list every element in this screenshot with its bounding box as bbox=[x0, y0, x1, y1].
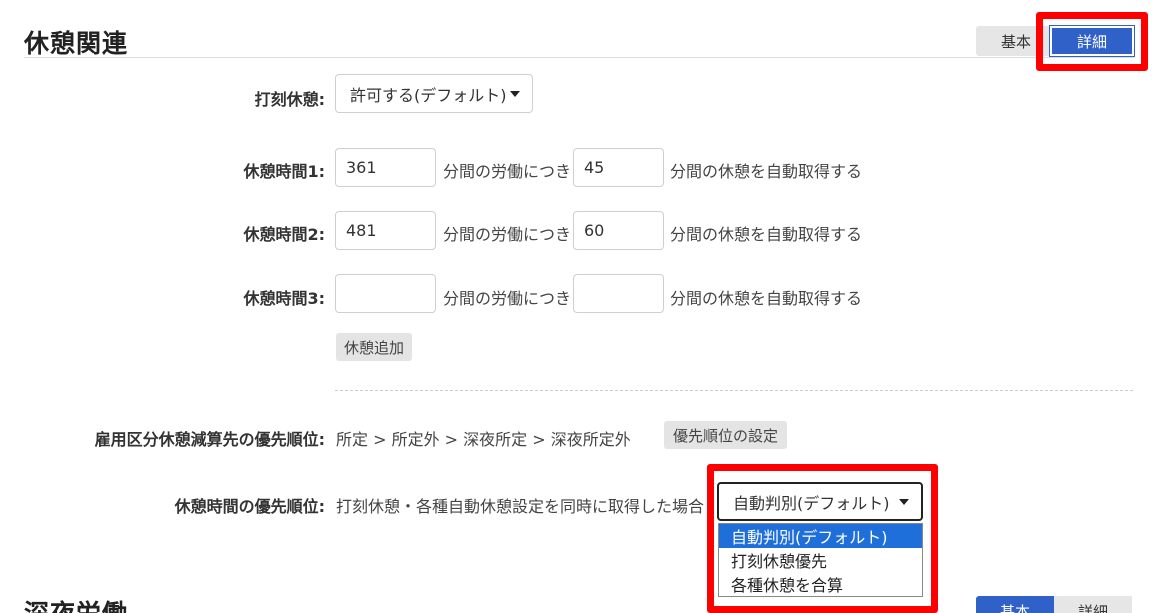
break-priority-label: 休憩時間の優先順位: bbox=[174, 497, 325, 516]
chevron-down-icon bbox=[510, 90, 520, 97]
break-time-2-label: 休憩時間2: bbox=[243, 225, 325, 244]
break-priority-description: 打刻休憩・各種自動休憩設定を同時に取得した場合 bbox=[336, 497, 705, 516]
break-time-3-label: 休憩時間3: bbox=[243, 289, 325, 308]
break-2-mid-text: 分間の労働につき bbox=[443, 225, 572, 244]
break-3-break-minutes-input[interactable] bbox=[573, 274, 664, 313]
option-stamp-priority[interactable]: 打刻休憩優先 bbox=[719, 548, 922, 572]
mode-detail-button[interactable]: 詳細 bbox=[1049, 25, 1135, 57]
chevron-down-icon bbox=[899, 498, 909, 505]
add-break-button[interactable]: 休憩追加 bbox=[336, 333, 412, 361]
stamp-break-select[interactable]: 許可する(デフォルト) bbox=[335, 74, 533, 113]
priority-order-label: 雇用区分休憩減算先の優先順位: bbox=[94, 430, 325, 449]
break-3-tail-text: 分間の休憩を自動取得する bbox=[670, 289, 863, 308]
break-1-break-minutes-input[interactable]: 45 bbox=[573, 148, 664, 187]
mode-basic-button-2[interactable]: 基本 bbox=[976, 596, 1054, 613]
break-1-mid-text: 分間の労働につき bbox=[443, 162, 572, 181]
stamp-break-label: 打刻休憩: bbox=[254, 90, 325, 109]
option-sum-breaks[interactable]: 各種休憩を合算 bbox=[719, 572, 922, 596]
dashed-divider bbox=[335, 390, 1133, 391]
break-2-work-minutes-input[interactable]: 481 bbox=[335, 211, 436, 250]
stamp-break-value: 許可する(デフォルト) bbox=[350, 85, 507, 105]
break-1-work-minutes-input[interactable]: 361 bbox=[335, 148, 436, 187]
priority-order-value: 所定 > 所定外 > 深夜所定 > 深夜所定外 bbox=[336, 430, 631, 449]
break-1-tail-text: 分間の休憩を自動取得する bbox=[670, 162, 863, 181]
break-2-tail-text: 分間の休憩を自動取得する bbox=[670, 225, 863, 244]
break-2-break-minutes-input[interactable]: 60 bbox=[573, 211, 664, 250]
break-priority-selected-value: 自動判別(デフォルト) bbox=[733, 493, 890, 513]
mode-detail-button-2[interactable]: 詳細 bbox=[1054, 596, 1132, 613]
priority-order-settings-button[interactable]: 優先順位の設定 bbox=[664, 421, 787, 449]
section-title-break: 休憩関連 bbox=[24, 29, 129, 58]
section-divider bbox=[24, 57, 1134, 58]
option-auto-detect[interactable]: 自動判別(デフォルト) bbox=[719, 524, 922, 548]
break-3-work-minutes-input[interactable] bbox=[335, 274, 436, 313]
break-time-1-label: 休憩時間1: bbox=[243, 162, 325, 181]
break-priority-options: 自動判別(デフォルト) 打刻休憩優先 各種休憩を合算 bbox=[718, 523, 923, 597]
section-title-night-work: 深夜労働 bbox=[24, 594, 128, 613]
break-priority-select[interactable]: 自動判別(デフォルト) bbox=[717, 482, 923, 521]
break-3-mid-text: 分間の労働につき bbox=[443, 289, 572, 308]
